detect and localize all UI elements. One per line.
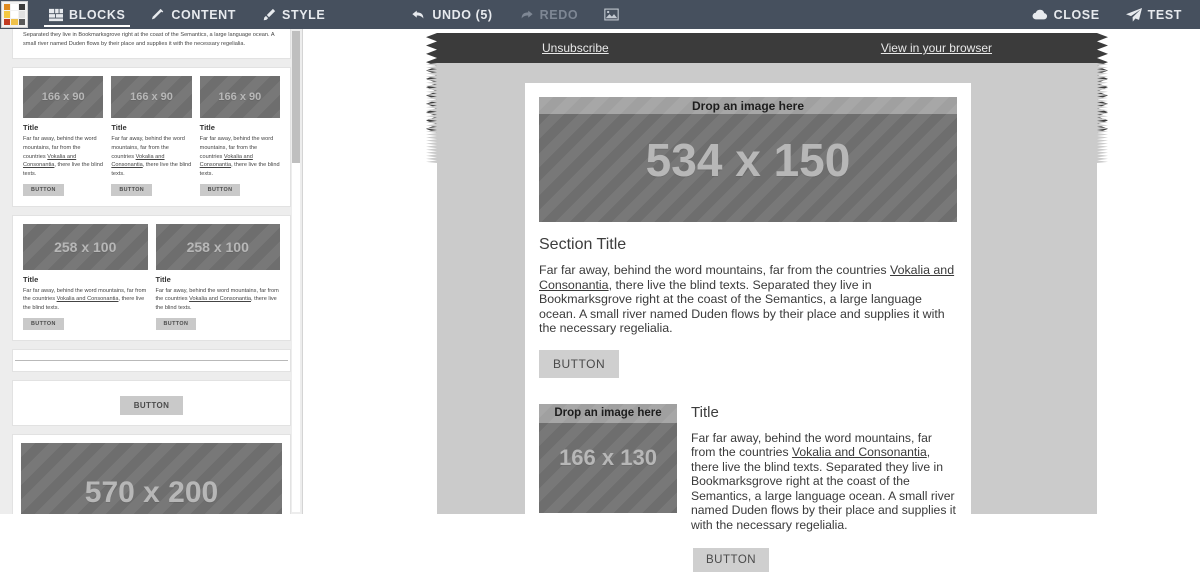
media-body[interactable]: Far far away, behind the word mountains,… [691,431,957,533]
sidebar-block-divider[interactable] [12,349,291,372]
email-canvas[interactable]: Unsubscribe View in your browser Drop an… [303,29,1200,514]
tab-content-label: CONTENT [171,8,236,22]
blocks-sidebar[interactable]: Separated they live in Bookmarksgrove ri… [0,29,303,514]
sidebar-scroll-area[interactable]: Separated they live in Bookmarksgrove ri… [0,29,303,514]
sidebar-column[interactable]: 166 x 90 Title Far far away, behind the … [111,76,191,195]
image-placeholder[interactable]: 166 x 90 [200,76,280,118]
tab-blocks-label: BLOCKS [69,8,125,22]
close-label: CLOSE [1054,8,1100,22]
image-placeholder[interactable]: 166 x 90 [23,76,103,118]
column-title: Title [111,123,191,132]
email-content-sheet[interactable]: Drop an image here 534 x 150 Section Tit… [525,83,971,514]
sidebar-column[interactable]: 166 x 90 Title Far far away, behind the … [23,76,103,195]
section-body[interactable]: Far far away, behind the word mountains,… [539,263,957,336]
column-text: Far far away, behind the word mountains,… [111,135,191,178]
sidebar-column[interactable]: 166 x 90 Title Far far away, behind the … [200,76,280,195]
image-placeholder[interactable]: 258 x 100 [23,224,148,270]
blocks-icon [49,8,63,22]
sidebar-column[interactable]: 258 x 100 Title Far far away, behind the… [156,224,281,330]
torn-edge-right-icon [1097,63,1108,163]
media-title[interactable]: Title [691,404,957,421]
top-toolbar: BLOCKS CONTENT STYLE UNDO (5) [0,0,1200,29]
cloud-icon [1032,8,1048,21]
media-text-block[interactable]: Drop an image here 166 x 130 Title Far f… [525,404,971,572]
media-image-placeholder[interactable]: Drop an image here 166 x 130 [539,404,677,513]
column-button[interactable]: BUTTON [156,318,197,330]
column-title: Title [23,275,148,284]
sidebar-block-two-column[interactable]: 258 x 100 Title Far far away, behind the… [12,215,291,341]
column-title: Title [200,123,280,132]
close-button[interactable]: CLOSE [1019,0,1113,29]
image-placeholder[interactable]: 166 x 90 [111,76,191,118]
image-placeholder[interactable]: 258 x 100 [156,224,281,270]
column-button[interactable]: BUTTON [200,184,241,196]
column-button[interactable]: BUTTON [23,318,64,330]
test-button[interactable]: TEST [1113,0,1200,29]
column-button[interactable]: BUTTON [23,184,64,196]
undo-arrow-icon [411,8,426,22]
sidebar-block-text[interactable]: Separated they live in Bookmarksgrove ri… [12,29,291,59]
tab-style[interactable]: STYLE [249,0,338,29]
sidebar-block-image[interactable]: 570 x 200 [12,434,291,514]
tab-content[interactable]: CONTENT [138,0,249,29]
sidebar-scrollbar-thumb[interactable] [292,31,300,163]
image-icon [604,8,619,21]
sidebar-block-button[interactable]: BUTTON [12,380,291,426]
redo-label: REDO [540,8,579,22]
divider-line [15,360,288,361]
image-manager-button[interactable] [591,0,632,29]
tab-style-label: STYLE [282,8,325,22]
column-title: Title [156,275,281,284]
column-text: Far far away, behind the word mountains,… [200,135,280,178]
section-button[interactable]: BUTTON [539,350,619,378]
app-logo[interactable] [1,1,28,28]
brush-icon [262,8,276,22]
undo-button[interactable]: UNDO (5) [398,0,505,29]
paper-plane-icon [1126,8,1142,22]
undo-label: UNDO (5) [432,8,492,22]
tab-blocks[interactable]: BLOCKS [36,0,138,29]
sidebar-block-three-column[interactable]: 166 x 90 Title Far far away, behind the … [12,67,291,206]
test-label: TEST [1148,8,1182,22]
email-document[interactable]: Unsubscribe View in your browser Drop an… [437,29,1097,514]
torn-edge-left-icon [426,63,437,163]
section-block[interactable]: Section Title Far far away, behind the w… [525,236,971,378]
inline-link[interactable]: Vokalia and Consonantia [57,296,119,302]
hero-image-block[interactable]: Drop an image here 534 x 150 [525,97,971,222]
sidebar-column[interactable]: 258 x 100 Title Far far away, behind the… [23,224,148,330]
drop-image-hint: Drop an image here [539,404,677,423]
email-header-bar[interactable]: Unsubscribe View in your browser [437,33,1097,63]
column-text: Far far away, behind the word mountains,… [156,287,281,313]
redo-button[interactable]: REDO [506,0,592,29]
media-button[interactable]: BUTTON [693,548,769,572]
section-title[interactable]: Section Title [539,236,957,254]
inline-link[interactable]: Vokalia and Consonantia [189,296,251,302]
view-in-browser-link[interactable]: View in your browser [881,41,992,55]
pencil-icon [151,8,165,22]
drop-image-hint: Drop an image here [539,97,957,114]
redo-arrow-icon [519,8,534,22]
media-placeholder-size: 166 x 130 [559,445,657,471]
column-title: Title [23,123,103,132]
column-text: Far far away, behind the word mountains,… [23,287,148,313]
sidebar-text-block-body: Separated they live in Bookmarksgrove ri… [23,31,280,48]
media-text-column[interactable]: Title Far far away, behind the word moun… [691,404,957,572]
hero-image-placeholder[interactable]: Drop an image here 534 x 150 [539,97,957,222]
hero-placeholder-size: 534 x 150 [646,133,851,187]
block-button[interactable]: BUTTON [120,396,184,415]
media-image-column[interactable]: Drop an image here 166 x 130 [539,404,677,572]
column-text: Far far away, behind the word mountains,… [23,135,103,178]
unsubscribe-link[interactable]: Unsubscribe [542,41,609,55]
column-button[interactable]: BUTTON [111,184,152,196]
image-placeholder[interactable]: 570 x 200 [21,443,282,514]
email-body[interactable]: Drop an image here 534 x 150 Section Tit… [437,63,1097,514]
inline-link[interactable]: Vokalia and Consonantia [792,445,927,459]
